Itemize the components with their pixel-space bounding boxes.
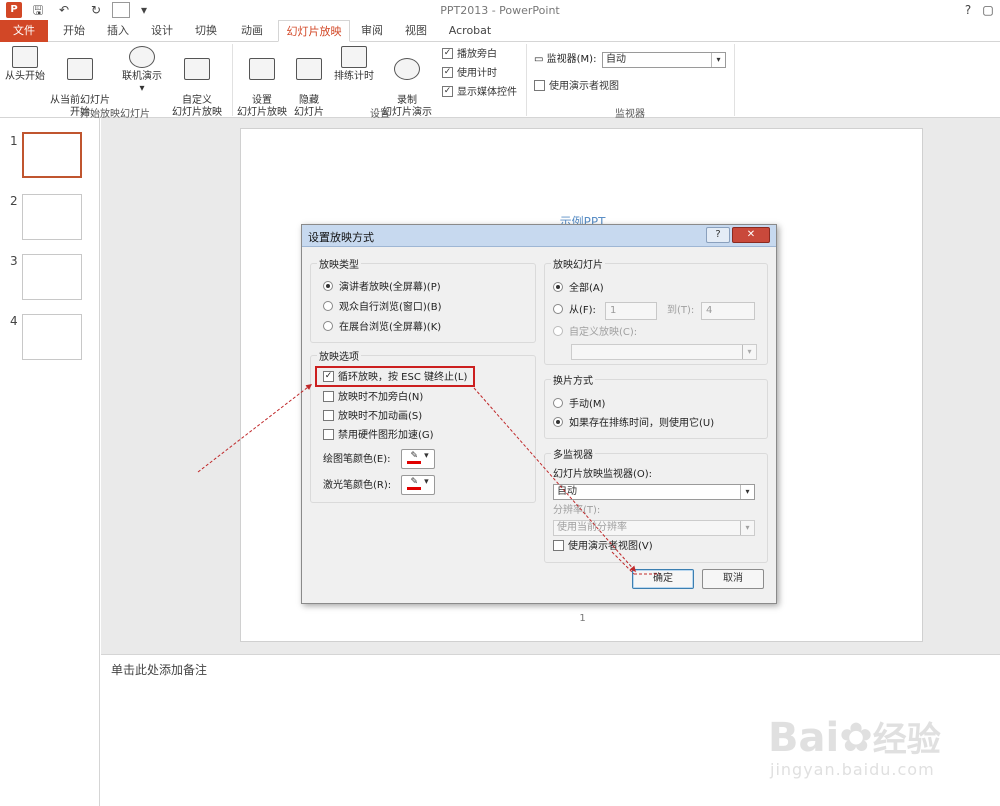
- arrow-to-ok-button: [473, 387, 637, 573]
- watermark-url: jingyan.baidu.com: [770, 760, 935, 779]
- arrow-from-dialog: [611, 551, 635, 575]
- baidu-watermark: Bai✿经验 jingyan.baidu.com: [760, 694, 1000, 806]
- arrow-to-loop-option: [197, 383, 313, 473]
- paw-icon: ✿: [839, 715, 873, 761]
- watermark-brand: Bai✿经验: [768, 715, 941, 761]
- annotation-arrows: [197, 383, 660, 575]
